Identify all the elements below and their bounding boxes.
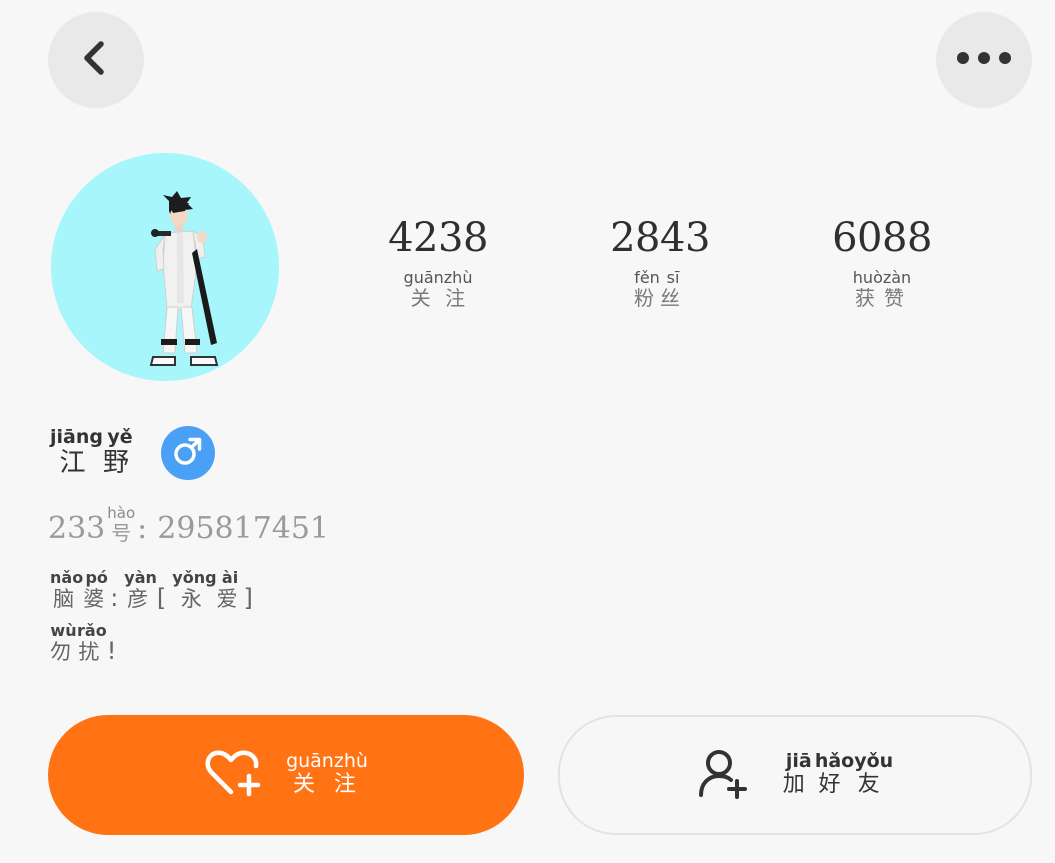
user-plus-icon bbox=[697, 747, 749, 803]
bio-line-2: 勿wù扰rǎo! bbox=[50, 621, 123, 665]
stat-following-count: 4238 bbox=[388, 215, 488, 261]
user-id-hao: 号hào bbox=[107, 504, 136, 545]
more-button[interactable] bbox=[936, 12, 1032, 108]
more-horizontal-icon bbox=[954, 50, 1014, 70]
stat-following-label: 关guān注zhù bbox=[403, 268, 473, 310]
stat-following[interactable]: 4238 关guān注zhù bbox=[348, 212, 528, 311]
chevron-left-icon bbox=[76, 38, 116, 82]
stat-likes-count: 6088 bbox=[832, 215, 932, 261]
back-button[interactable] bbox=[48, 12, 144, 108]
stat-likes[interactable]: 6088 获huò赞zàn bbox=[792, 212, 972, 311]
stat-fans[interactable]: 2843 粉fěn丝sī bbox=[570, 212, 750, 311]
follow-button-label: 关guān注zhù bbox=[286, 750, 368, 797]
gender-badge bbox=[161, 426, 215, 480]
add-friend-button[interactable]: 加jiā好hǎo友yǒu bbox=[558, 715, 1032, 835]
profile-bio: 脑nǎo婆pó:彦yàn[永yǒng爱ài] 勿wù扰rǎo! bbox=[50, 568, 470, 676]
user-id-separator: : bbox=[137, 511, 148, 546]
heart-plus-icon bbox=[204, 748, 262, 802]
bio-line-1: 脑nǎo婆pó:彦yàn[永yǒng爱ài] bbox=[50, 568, 259, 612]
avatar[interactable] bbox=[51, 153, 279, 381]
user-id-line[interactable]: 233 号hào : 295817451 bbox=[48, 504, 330, 546]
male-icon bbox=[171, 434, 205, 472]
add-friend-button-label: 加jiā好hǎo友yǒu bbox=[782, 750, 894, 797]
follow-button[interactable]: 关guān注zhù bbox=[48, 715, 524, 835]
profile-name: 江jiāng野yě bbox=[50, 425, 137, 478]
stat-fans-label: 粉fěn丝sī bbox=[634, 268, 686, 310]
user-id-value: 295817451 bbox=[157, 511, 330, 546]
avatar-character-image bbox=[149, 191, 219, 366]
user-id-prefix: 233 bbox=[48, 511, 106, 546]
profile-name-row: 江jiāng野yě bbox=[50, 426, 215, 480]
stat-likes-label: 获huò赞zàn bbox=[852, 268, 912, 310]
stat-fans-count: 2843 bbox=[610, 215, 710, 261]
